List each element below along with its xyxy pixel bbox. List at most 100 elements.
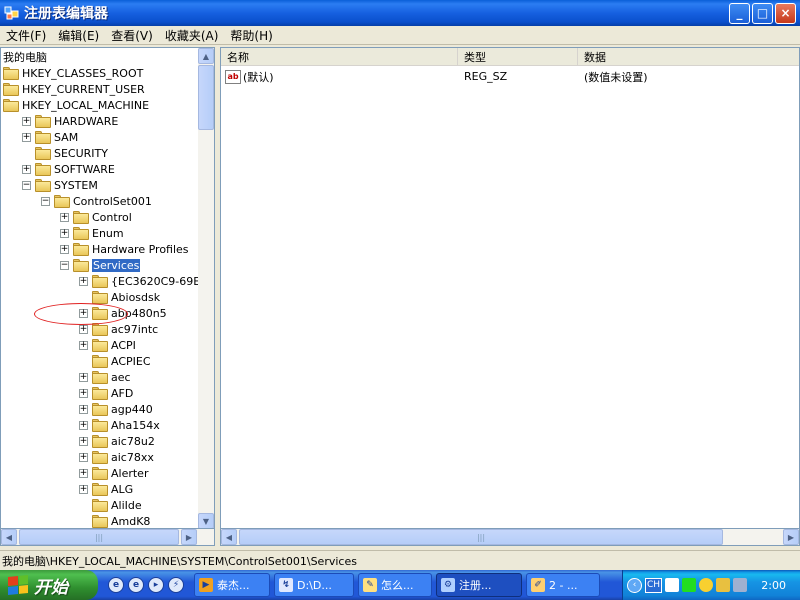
registry-tree[interactable]: 我的电脑 HKEY_CLASSES_ROOT HKEY_CURRENT_USER H… (0, 47, 215, 529)
list-hscroll-thumb[interactable]: ||| (239, 529, 723, 545)
taskbar-button[interactable]: ✎ 怎么... (358, 573, 432, 597)
expand-icon[interactable]: + (79, 388, 88, 398)
menu-file[interactable]: 文件(F) (0, 27, 52, 44)
collapse-icon[interactable]: − (60, 260, 69, 270)
folder-icon (3, 66, 19, 80)
tree-node[interactable]: HKEY_CLASSES_ROOT (3, 65, 143, 81)
maximize-button[interactable]: □ (752, 2, 773, 24)
collapse-icon[interactable]: − (22, 180, 31, 190)
tree-node[interactable]: HKEY_LOCAL_MACHINE (3, 97, 149, 113)
expand-icon[interactable]: + (79, 468, 88, 478)
tree-node[interactable]: − Services (60, 257, 141, 273)
menu-favorites[interactable]: 收藏夹(A) (159, 27, 225, 44)
tree-node[interactable]: + Aha154x (79, 417, 160, 433)
expand-icon[interactable]: + (22, 164, 31, 174)
tree-node[interactable]: SECURITY (22, 145, 108, 161)
tree-node[interactable]: − SYSTEM (22, 177, 98, 193)
tree-node-label: ac97intc (111, 322, 159, 336)
start-button[interactable]: 开始 (0, 570, 98, 600)
quicklaunch-tool-icon[interactable]: ⚡ (168, 577, 184, 593)
expand-icon[interactable]: + (79, 372, 88, 382)
close-button[interactable]: × (775, 2, 796, 24)
folder-icon (73, 210, 89, 224)
tree-hscroll-thumb[interactable]: ||| (19, 529, 179, 545)
tree-horizontal-scrollbar[interactable]: ◀ ||| ▶ (0, 529, 215, 546)
quicklaunch-media-icon[interactable]: ▸ (148, 577, 164, 593)
tree-node[interactable]: + SOFTWARE (22, 161, 115, 177)
expand-icon[interactable]: + (79, 276, 88, 286)
tray-qq-icon[interactable] (699, 578, 714, 592)
tree-node[interactable]: + agp440 (79, 401, 153, 417)
tray-input-icon[interactable] (665, 578, 680, 592)
scroll-left-icon[interactable]: ◀ (221, 529, 237, 545)
folder-icon (35, 162, 51, 176)
menu-edit[interactable]: 编辑(E) (52, 27, 105, 44)
taskbar-button[interactable]: ✐ 2 - ... (526, 573, 600, 597)
expand-icon[interactable]: + (22, 132, 31, 142)
clock[interactable]: 2:00 (761, 579, 786, 592)
expand-icon[interactable]: + (79, 324, 88, 334)
expand-icon[interactable]: + (60, 244, 69, 254)
collapse-icon[interactable]: − (41, 196, 50, 206)
scroll-right-icon[interactable]: ▶ (181, 529, 197, 545)
expand-icon[interactable]: + (22, 116, 31, 126)
tree-node[interactable]: AliIde (79, 497, 142, 513)
expand-icon[interactable]: + (60, 212, 69, 222)
list-horizontal-scrollbar[interactable]: ◀ ||| ▶ (220, 529, 800, 546)
taskbar-button[interactable]: ⚙ 注册... (436, 573, 522, 597)
tree-node[interactable]: +{EC3620C9-69E9-408 (79, 273, 214, 289)
tree-root[interactable]: 我的电脑 (3, 49, 47, 65)
expand-icon[interactable]: + (79, 452, 88, 462)
menu-help[interactable]: 帮助(H) (224, 27, 278, 44)
expand-icon[interactable]: + (79, 420, 88, 430)
tree-node[interactable]: + aec (79, 369, 131, 385)
tree-node-label: SYSTEM (54, 178, 98, 192)
tray-pen-icon[interactable] (716, 578, 731, 592)
scroll-up-icon[interactable]: ▲ (198, 48, 214, 64)
minimize-button[interactable]: _ (729, 2, 750, 24)
scroll-down-icon[interactable]: ▼ (198, 513, 214, 528)
list-item[interactable]: ab (默认) REG_SZ (数值未设置) (221, 68, 799, 85)
tree-node-label: HARDWARE (54, 114, 119, 128)
taskbar-button[interactable]: ↯ D:\D... (274, 573, 354, 597)
tree-node[interactable]: + SAM (22, 129, 78, 145)
tray-expand-icon[interactable]: ‹ (627, 577, 642, 593)
tree-node[interactable]: − ControlSet001 (41, 193, 152, 209)
language-indicator[interactable]: CH (645, 577, 663, 593)
column-name[interactable]: 名称 (221, 48, 458, 66)
window-title: 注册表编辑器 (24, 6, 108, 22)
column-data[interactable]: 数据 (578, 48, 799, 66)
menu-view[interactable]: 查看(V) (105, 27, 159, 44)
quicklaunch-browser-icon[interactable]: e (128, 577, 144, 593)
tree-scroll-thumb[interactable] (198, 65, 214, 130)
column-type[interactable]: 类型 (458, 48, 578, 66)
tree-vertical-scrollbar[interactable]: ▲ ▼ (198, 48, 214, 528)
tree-node-label: SECURITY (54, 146, 108, 160)
expand-icon[interactable]: + (79, 484, 88, 494)
tray-network-icon[interactable] (733, 578, 748, 592)
tree-node[interactable]: + ALG (79, 481, 133, 497)
expand-icon[interactable]: + (79, 404, 88, 414)
tree-node[interactable]: + aic78xx (79, 449, 154, 465)
expand-icon[interactable]: + (79, 436, 88, 446)
tree-node[interactable]: AmdK8 (79, 513, 150, 528)
tree-node[interactable]: + AFD (79, 385, 133, 401)
scroll-left-icon[interactable]: ◀ (1, 529, 17, 545)
values-list[interactable]: 名称 类型 数据 ab (默认) REG_SZ (数值未设置) (220, 47, 800, 529)
tree-node[interactable]: + HARDWARE (22, 113, 118, 129)
tree-node[interactable]: ACPIEC (79, 353, 151, 369)
tray-green-icon[interactable] (682, 578, 697, 592)
taskbar-button[interactable]: ▶ 泰杰... (194, 573, 270, 597)
tree-node[interactable]: + ACPI (79, 337, 136, 353)
tree-node[interactable]: + Control (60, 209, 132, 225)
tree-node-label: AliIde (111, 498, 142, 512)
tree-node[interactable]: + aic78u2 (79, 433, 155, 449)
tree-node[interactable]: + Alerter (79, 465, 148, 481)
expand-icon[interactable]: + (79, 340, 88, 350)
expand-icon[interactable]: + (60, 228, 69, 238)
tree-node[interactable]: HKEY_CURRENT_USER (3, 81, 145, 97)
tree-node[interactable]: + Enum (60, 225, 124, 241)
quicklaunch-ie-icon[interactable]: e (108, 577, 124, 593)
tree-node[interactable]: + Hardware Profiles (60, 241, 189, 257)
scroll-right-icon[interactable]: ▶ (783, 529, 799, 545)
